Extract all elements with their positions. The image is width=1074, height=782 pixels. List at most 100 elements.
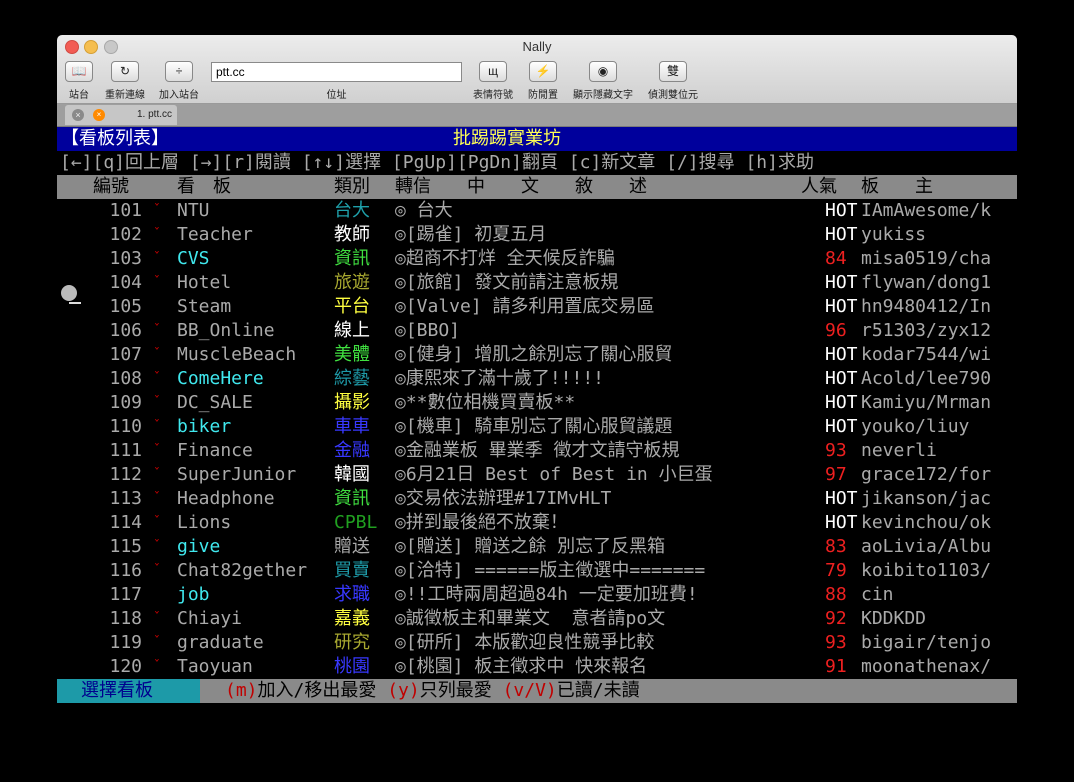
- board-title: ◎!!工時兩周超過84h 一定要加班費!: [395, 584, 698, 605]
- emoticon-icon: щ: [479, 61, 507, 82]
- board-row[interactable]: 116 ˇ Chat82gether 買賣 ◎[洽特] ======版主徵選中=====…: [57, 559, 1017, 583]
- board-title: ◎[桃園] 板主徵求中 快來報名: [395, 656, 648, 677]
- title-bar: Nally 📖 站台 ↻ 重新連線 ÷ 加入站台 位址 щ 表情符號 ⚡ 防閒置…: [57, 35, 1017, 104]
- board-title: ◎[機車] 騎車別忘了關心服貿議題: [395, 416, 673, 437]
- board-popularity: 88: [825, 584, 847, 605]
- anti-idle-button[interactable]: ⚡ 防閒置: [523, 61, 563, 101]
- board-name: job: [177, 584, 210, 605]
- address-input[interactable]: [211, 62, 462, 82]
- board-row[interactable]: 120 ˇ Taoyuan 桃園 ◎[桃園] 板主徵求中 快來報名 91 moonathen…: [57, 655, 1017, 679]
- board-class: 線上: [334, 320, 370, 341]
- board-moderators: KDDKDD: [861, 608, 927, 629]
- col-board: 看 板: [177, 176, 231, 197]
- board-number: 120: [109, 656, 142, 677]
- unread-mark: ˇ: [153, 203, 161, 218]
- board-number: 106: [109, 320, 142, 341]
- board-row[interactable]: 107 ˇ MuscleBeach 美體 ◎[健身] 增肌之餘別忘了關心服貿 HOT kod…: [57, 343, 1017, 367]
- board-row[interactable]: 103 ˇ CVS 資訊 ◎超商不打烊 全天候反詐騙 84 misa0519/cha: [57, 247, 1017, 271]
- board-class: 資訊: [334, 488, 370, 509]
- detect-double-button[interactable]: 雙 偵測雙位元: [643, 61, 703, 101]
- board-row[interactable]: 112 ˇ SuperJunior 韓國 ◎6月21日 Best of Best in …: [57, 463, 1017, 487]
- reconnect-button[interactable]: ↻ 重新連線: [101, 61, 149, 101]
- board-row[interactable]: 119 ˇ graduate 研究 ◎[研所] 本版歡迎良性競爭比較 93 bigair/t…: [57, 631, 1017, 655]
- board-class: 教師: [334, 224, 370, 245]
- board-number: 101: [109, 200, 142, 221]
- sites-button[interactable]: 📖 站台: [63, 61, 95, 101]
- board-row[interactable]: 114 ˇ Lions CPBL ◎拼到最後絕不放棄！ HOT kevinchou/ok: [57, 511, 1017, 535]
- board-popularity: HOT: [825, 488, 858, 509]
- add-site-button[interactable]: ÷ 加入站台: [155, 61, 203, 101]
- board-popularity: 91: [825, 656, 847, 677]
- board-row[interactable]: 113 ˇ Headphone 資訊 ◎交易依法辦理#17IMvHLT HOT jikans…: [57, 487, 1017, 511]
- board-title: ◎[健身] 增肌之餘別忘了關心服貿: [395, 344, 673, 365]
- board-row[interactable]: 106 ˇ BB_Online 線上 ◎[BBO] 96 r51303/zyx12: [57, 319, 1017, 343]
- board-row[interactable]: 108 ˇ ComeHere 綜藝 ◎康熙來了滿十歲了!!!!! HOT Acold/lee…: [57, 367, 1017, 391]
- board-class: 美體: [334, 344, 370, 365]
- board-title: ◎[Valve] 請多利用置底交易區: [395, 296, 655, 317]
- board-class: 研究: [334, 632, 370, 653]
- board-number: 119: [109, 632, 142, 653]
- board-moderators: grace172/for: [861, 464, 992, 485]
- tab-ptt[interactable]: × × 1. ptt.cc: [65, 105, 177, 125]
- unread-mark: ˇ: [153, 347, 161, 362]
- board-row[interactable]: 115 ˇ give 贈送 ◎[贈送] 贈送之餘 別忘了反黑箱 83 aoLivia/Alb…: [57, 535, 1017, 559]
- board-list-header: 【看板列表】 批踢踢實業坊: [57, 127, 1017, 151]
- board-class: 韓國: [334, 464, 370, 485]
- board-class: 車車: [334, 416, 370, 437]
- board-moderators: neverli: [861, 440, 937, 461]
- board-number: 105: [109, 296, 142, 317]
- col-mod: 板 主: [861, 176, 933, 197]
- board-name: Teacher: [177, 224, 253, 245]
- board-popularity: HOT: [825, 512, 858, 533]
- board-number: 111: [109, 440, 142, 461]
- board-title: ◎康熙來了滿十歲了!!!!!: [395, 368, 605, 389]
- header-center: 批踢踢實業坊: [453, 128, 561, 149]
- board-number: 116: [109, 560, 142, 581]
- board-class: 平台: [334, 296, 370, 317]
- help-text: [←][q]回上層 [→][r]閱讀 [↑↓]選擇 [PgUp][PgDn]翻頁…: [60, 152, 814, 173]
- close-tab-icon[interactable]: ×: [72, 109, 84, 121]
- footer-key-y: (y): [387, 680, 420, 701]
- board-row[interactable]: 118 ˇ Chiayi 嘉義 ◎誠徵板主和畢業文 意者請po文 92 KDDKDD: [57, 607, 1017, 631]
- board-moderators: kevinchou/ok: [861, 512, 992, 533]
- board-row[interactable]: 110 ˇ biker 車車 ◎[機車] 騎車別忘了關心服貿議題 HOT youko/liu…: [57, 415, 1017, 439]
- board-row[interactable]: 117 job 求職 ◎!!工時兩周超過84h 一定要加班費! 88 cin: [57, 583, 1017, 607]
- footer-hint-m: 加入/移出最愛: [257, 680, 377, 701]
- unread-mark: ˇ: [153, 275, 161, 290]
- board-row[interactable]: 101 ˇ NTU 台大 ◎ 台大 HOT IAmAwesome/k: [57, 199, 1017, 223]
- board-title: ◎[踢雀] 初夏五月: [395, 224, 547, 245]
- board-moderators: moonathenax/: [861, 656, 992, 677]
- unread-mark: ˇ: [153, 491, 161, 506]
- board-moderators: koibito1103/: [861, 560, 992, 581]
- footer-hint-v: 已讀/未讀: [556, 680, 640, 701]
- board-name: Lions: [177, 512, 232, 533]
- board-name: Hotel: [177, 272, 232, 293]
- board-row[interactable]: 102 ˇ Teacher 教師 ◎[踢雀] 初夏五月 HOT yukiss: [57, 223, 1017, 247]
- unread-mark: ˇ: [153, 515, 161, 530]
- col-class: 類別: [334, 176, 370, 197]
- show-hidden-button[interactable]: ◉ 顯示隱藏文字: [569, 61, 637, 101]
- board-class: 嘉義: [334, 608, 370, 629]
- board-moderators: hn9480412/In: [861, 296, 992, 317]
- header-left: 【看板列表】: [61, 128, 169, 149]
- board-name: Chat82gether: [177, 560, 308, 581]
- board-class: 贈送: [334, 536, 370, 557]
- board-title: ◎**數位相機買賣板**: [395, 392, 576, 413]
- footer-bar: 選擇看板 (m)加入/移出最愛 (y)只列最愛 (v/V)已讀/未讀: [57, 679, 1017, 703]
- cursor-indicator: [61, 285, 77, 301]
- board-popularity: 83: [825, 536, 847, 557]
- reload-icon: ↻: [111, 61, 139, 82]
- board-number: 117: [109, 584, 142, 605]
- board-row[interactable]: 104 ˇ Hotel 旅遊 ◎[旅館] 發文前請注意板規 HOT flywan/dong1: [57, 271, 1017, 295]
- board-number: 102: [109, 224, 142, 245]
- footer-hint-y: 只列最愛: [419, 680, 492, 701]
- terminal-screen[interactable]: 【看板列表】 批踢踢實業坊 [←][q]回上層 [→][r]閱讀 [↑↓]選擇 …: [57, 127, 1017, 703]
- connection-status-icon: ×: [93, 109, 105, 121]
- emoticons-button[interactable]: щ 表情符號: [469, 61, 517, 101]
- unread-mark: ˇ: [153, 443, 161, 458]
- board-row[interactable]: 109 ˇ DC_SALE 攝影 ◎**數位相機買賣板** HOT Kamiyu/Mrman: [57, 391, 1017, 415]
- board-popularity: 93: [825, 440, 847, 461]
- board-row[interactable]: 105 Steam 平台 ◎[Valve] 請多利用置底交易區 HOT hn9480412…: [57, 295, 1017, 319]
- board-row[interactable]: 111 ˇ Finance 金融 ◎金融業板 畢業季 徵才文請守板規 93 neverli: [57, 439, 1017, 463]
- board-number: 115: [109, 536, 142, 557]
